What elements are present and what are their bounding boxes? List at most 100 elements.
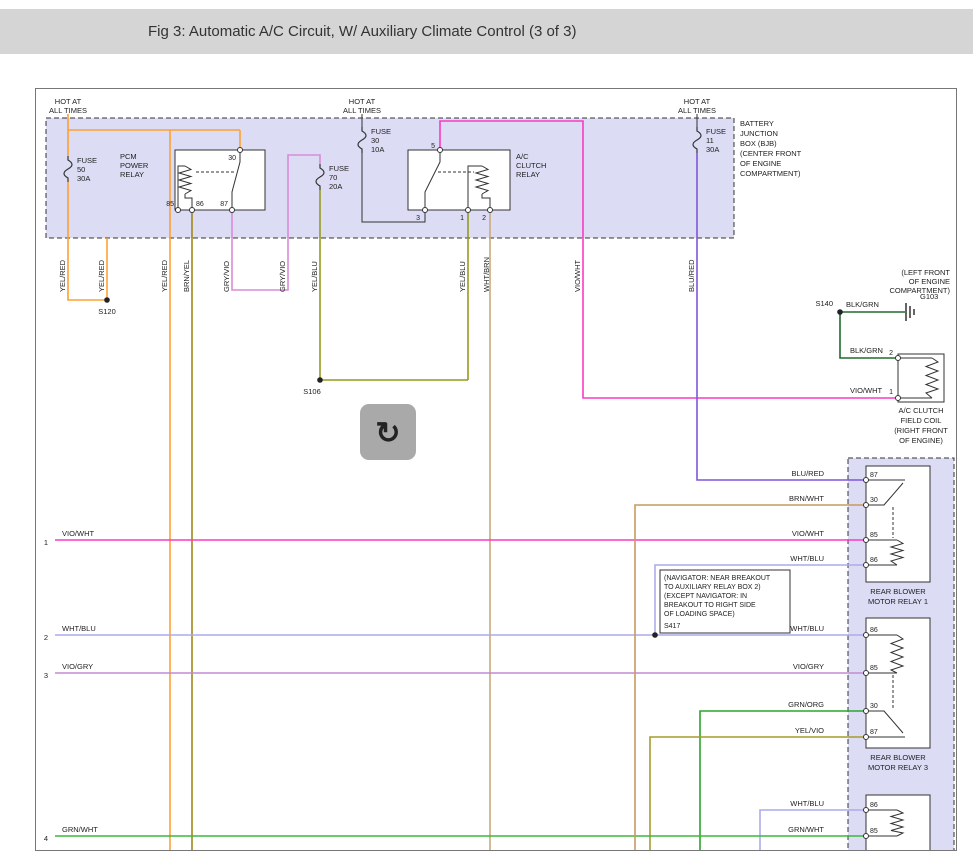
splice-s417-dot xyxy=(652,632,658,638)
pin-label-2: 2 xyxy=(889,350,893,357)
wire-number: 2 xyxy=(44,633,48,642)
wire-label-yel-vio: YEL/VIO xyxy=(795,726,824,735)
pin xyxy=(864,709,869,714)
pin-label-85: 85 xyxy=(166,201,174,208)
field-coil-caption: A/C CLUTCH xyxy=(898,406,943,415)
wire-label-wht-blu: WHT/BLU xyxy=(790,799,824,808)
splice-s120-dot xyxy=(104,297,110,303)
hot-label-left: ALL TIMES xyxy=(49,106,87,115)
pin xyxy=(423,208,428,213)
fuse-30-label: 30 xyxy=(371,136,379,145)
wire-label-blu-red: BLU/RED xyxy=(687,259,696,292)
pin-label-86: 86 xyxy=(870,627,878,634)
splice-s417-label: S417 xyxy=(664,623,680,630)
note-text: OF LOADING SPACE) xyxy=(664,611,735,618)
wire-label-grn-wht: GRN/WHT xyxy=(788,825,824,834)
pin xyxy=(864,478,869,483)
pin-label-1: 1 xyxy=(460,215,464,222)
splice-s140-label: S140 xyxy=(815,299,833,308)
wire-label-yel-red: YEL/RED xyxy=(97,259,106,292)
bjb-label: COMPARTMENT) xyxy=(740,169,801,178)
hot-label-mid: HOT AT xyxy=(349,97,376,106)
pin-label-86: 86 xyxy=(870,557,878,564)
wire-label-yel-red: YEL/RED xyxy=(58,259,67,292)
bjb-label: JUNCTION xyxy=(740,129,778,138)
pin-label-30: 30 xyxy=(870,703,878,710)
wire-label-brn-wht: BRN/WHT xyxy=(789,494,824,503)
wire-label-blu-red: BLU/RED xyxy=(791,469,824,478)
wire-label-grn-org: GRN/ORG xyxy=(788,700,824,709)
fuse-70-label: FUSE xyxy=(329,164,349,173)
relay1-caption: MOTOR RELAY 1 xyxy=(868,597,928,606)
pin-label-30: 30 xyxy=(228,155,236,162)
pin xyxy=(238,148,243,153)
pin-label-30: 30 xyxy=(870,497,878,504)
fuse-70-label: 20A xyxy=(329,182,342,191)
ac-clutch-relay-box xyxy=(408,150,510,210)
loading-spinner: ↻ xyxy=(360,404,416,460)
relay3-caption: REAR BLOWER xyxy=(870,753,926,762)
hot-label-left: HOT AT xyxy=(55,97,82,106)
pin-label-86: 86 xyxy=(196,201,204,208)
pin-label-1: 1 xyxy=(889,389,893,396)
pin-label-85: 85 xyxy=(870,828,878,835)
pin xyxy=(230,208,235,213)
fuse-30-label: FUSE xyxy=(371,127,391,136)
field-coil-caption: OF ENGINE) xyxy=(899,436,943,445)
battery-junction-box xyxy=(46,118,734,238)
pin-label-87: 87 xyxy=(870,472,878,479)
wire-label-blk-grn: BLK/GRN xyxy=(846,300,879,309)
ground-location-label: OF ENGINE xyxy=(909,277,950,286)
fuse-30-label: 10A xyxy=(371,145,384,154)
ac-relay-label: CLUTCH xyxy=(516,161,546,170)
pin xyxy=(864,538,869,543)
wire-number: 1 xyxy=(44,538,48,547)
hot-label-right: ALL TIMES xyxy=(678,106,716,115)
pin-label-85: 85 xyxy=(870,665,878,672)
wire-label-grn-wht: GRN/WHT xyxy=(62,825,98,834)
bjb-label: (CENTER FRONT xyxy=(740,149,802,158)
wire-label-wht-blu: WHT/BLU xyxy=(62,624,96,633)
pin xyxy=(864,834,869,839)
fuse-11-label: 11 xyxy=(706,136,714,145)
wire-number: 3 xyxy=(44,671,48,680)
wire-label-vio-wht: VIO/WHT xyxy=(62,529,94,538)
ground-location-label: (LEFT FRONT xyxy=(901,268,950,277)
bjb-label: BOX (BJB) xyxy=(740,139,777,148)
wire-label-vio-gry: VIO/GRY xyxy=(793,662,824,671)
note-text: (NAVIGATOR: NEAR BREAKOUT xyxy=(664,575,771,582)
wire-label-vio-wht: VIO/WHT xyxy=(573,260,582,292)
fuse-50-label: FUSE xyxy=(77,156,97,165)
wire-label-wht-blu: WHT/BLU xyxy=(790,624,824,633)
figure-title: Fig 3: Automatic A/C Circuit, W/ Auxilia… xyxy=(148,9,576,54)
fuse-50-label: 30A xyxy=(77,174,90,183)
bjb-label: BATTERY xyxy=(740,119,774,128)
note-text: TO AUXILIARY RELAY BOX 2) xyxy=(664,584,761,591)
splice-s106-label: S106 xyxy=(303,387,321,396)
pcm-relay-label: POWER xyxy=(120,161,149,170)
pin xyxy=(864,503,869,508)
pin xyxy=(896,396,901,401)
field-coil-caption: FIELD COIL xyxy=(901,416,942,425)
pin-label-3: 3 xyxy=(416,215,420,222)
pin xyxy=(864,671,869,676)
pcm-relay-label: PCM xyxy=(120,152,137,161)
pin-label-87: 87 xyxy=(870,729,878,736)
pin xyxy=(864,735,869,740)
relay3-caption: MOTOR RELAY 3 xyxy=(868,763,928,772)
pin xyxy=(864,563,869,568)
wire-label-brn-yel: BRN/YEL xyxy=(182,260,191,292)
wire-label-vio-gry: VIO/GRY xyxy=(62,662,93,671)
pin xyxy=(896,356,901,361)
wire-label-yel-blu: YEL/BLU xyxy=(310,261,319,292)
note-text: BREAKOUT TO RIGHT SIDE xyxy=(664,602,756,609)
wire-label-vio-wht: VIO/WHT xyxy=(850,386,882,395)
ac-relay-label: RELAY xyxy=(516,170,540,179)
fuse-70-label: 70 xyxy=(329,173,337,182)
wire-label-vio-wht: VIO/WHT xyxy=(792,529,824,538)
bjb-label: OF ENGINE xyxy=(740,159,781,168)
pin-label-2: 2 xyxy=(482,215,486,222)
hot-label-right: HOT AT xyxy=(684,97,711,106)
ac-relay-label: A/C xyxy=(516,152,529,161)
pin-label-85: 85 xyxy=(870,532,878,539)
